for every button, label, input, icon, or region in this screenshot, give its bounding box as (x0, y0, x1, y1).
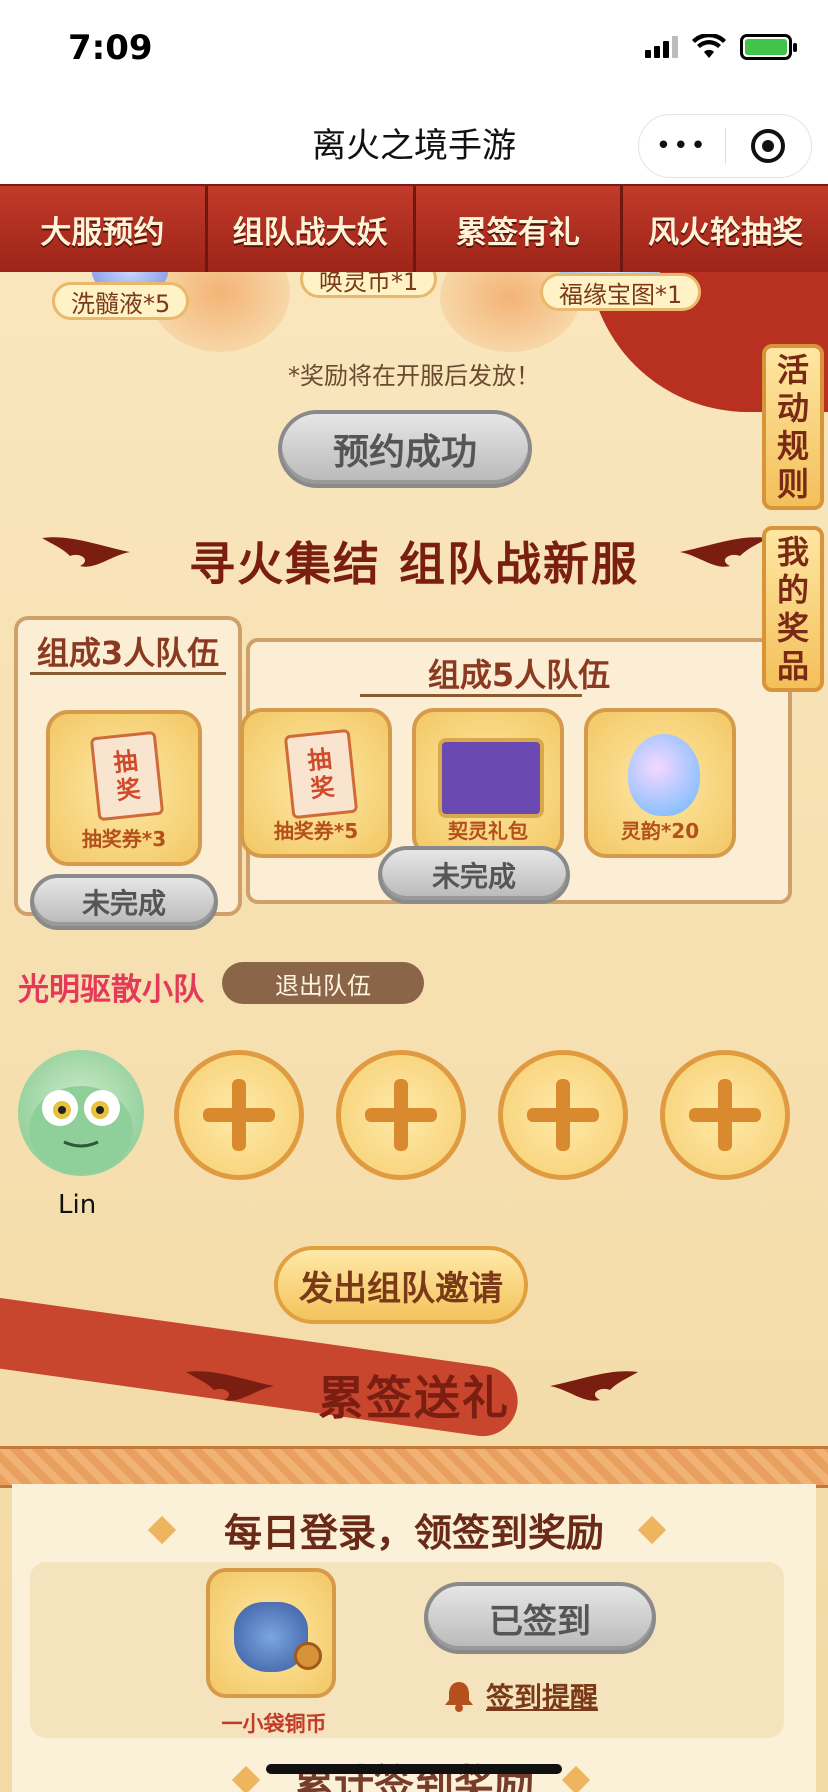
activity-rules-button[interactable]: 活动规则 (762, 344, 824, 510)
status-icons (645, 34, 797, 60)
title-bar: 离火之境手游 ••• (0, 96, 828, 184)
divider (30, 672, 226, 675)
battery-icon (740, 34, 797, 60)
lottery-ticket-icon: 抽 奖 (283, 728, 359, 820)
target-icon (751, 129, 786, 163)
team5-box: 组成5人队伍 抽 奖 抽奖券*5 契灵礼包 灵韵*20 未完成 (240, 638, 792, 904)
miniapp-capsule: ••• (638, 114, 812, 178)
tab-lottery[interactable]: 风火轮抽奖 (623, 186, 828, 272)
team5-status-button[interactable]: 未完成 (378, 846, 570, 904)
nav-tabs: 大服预约 组队战大妖 累签有礼 风火轮抽奖 (0, 184, 828, 272)
team3-title: 组成3人队伍 (36, 634, 220, 672)
reward-label: 抽奖券*3 (81, 827, 167, 851)
sign-inner-panel (30, 1562, 784, 1738)
scroll-band (0, 1446, 828, 1488)
team-name: 光明驱散小队 (18, 972, 204, 1008)
bell-icon (445, 1682, 473, 1712)
reminder-link[interactable]: 签到提醒 (486, 1676, 598, 1716)
team5-title: 组成5人队伍 (427, 656, 611, 694)
lottery-ticket-icon: 抽 奖 (89, 730, 165, 822)
wing-right-icon (680, 537, 768, 567)
add-member-slot[interactable] (174, 1050, 304, 1180)
add-member-slot[interactable] (498, 1050, 628, 1180)
sign-reminder[interactable]: 签到提醒 (444, 1676, 598, 1716)
wifi-icon (692, 34, 726, 58)
divider (360, 694, 582, 697)
reward-card-spirit-pack: 契灵礼包 (412, 708, 564, 858)
home-indicator (266, 1764, 562, 1774)
tab-server-reserve[interactable]: 大服预约 (0, 186, 208, 272)
reward-label: 契灵礼包 (448, 819, 528, 843)
status-time: 7:09 (68, 28, 153, 68)
reward-card-ticket3: 抽 奖 抽奖券*3 (46, 710, 202, 866)
frog-avatar-icon (29, 1086, 133, 1174)
close-button[interactable] (726, 129, 812, 163)
tab-sign-in-gifts[interactable]: 累签有礼 (415, 186, 624, 272)
reward-notice: *奖励将在开服后发放！ (288, 362, 540, 390)
signed-in-button[interactable]: 已签到 (424, 1582, 656, 1654)
gift-chest-icon (438, 738, 544, 818)
reward-label: 灵韵*20 (620, 819, 700, 843)
status-bar: 7:09 (0, 0, 828, 96)
reward-label: 抽奖券*5 (273, 819, 359, 843)
more-button[interactable]: ••• (639, 131, 725, 161)
reward-card-ticket5: 抽 奖 抽奖券*5 (240, 708, 392, 858)
team3-status-button[interactable]: 未完成 (30, 874, 218, 930)
reserve-success-button[interactable]: 预约成功 (278, 410, 532, 488)
copper-coin-card (206, 1568, 336, 1698)
main-content: 洗髓液*5 唤灵币*1 福缘宝图*1 *奖励将在开服后发放！ 预约成功 寻火集结… (0, 272, 828, 1792)
reward-card-spirit-rhyme: 灵韵*20 (584, 708, 736, 858)
avatar[interactable] (18, 1050, 144, 1176)
wing-right-icon (550, 1371, 638, 1401)
sign-section-title: 累签送礼 (318, 1371, 510, 1425)
add-member-slot[interactable] (336, 1050, 466, 1180)
member-name: Lin (58, 1190, 97, 1220)
send-invite-button[interactable]: 发出组队邀请 (274, 1246, 528, 1324)
add-member-slot[interactable] (660, 1050, 790, 1180)
signal-icon (645, 36, 678, 58)
reward-label: 福缘宝图*1 (540, 273, 702, 311)
team3-box: 组成3人队伍 抽 奖 抽奖券*3 未完成 (14, 616, 242, 930)
reward-label: 唤灵币*1 (300, 272, 438, 298)
leave-team-button[interactable]: 退出队伍 (222, 962, 424, 1004)
reward-label: 洗髓液*5 (52, 282, 190, 320)
coin-icon (294, 1642, 322, 1670)
tab-team-battle[interactable]: 组队战大妖 (207, 186, 416, 272)
reward-label: 一小袋铜币 (221, 1712, 327, 1736)
my-prizes-button[interactable]: 我的奖品 (762, 526, 824, 692)
spirit-orb-icon (628, 734, 700, 816)
daily-sign-title: 每日登录，领签到奖励 (223, 1511, 604, 1555)
